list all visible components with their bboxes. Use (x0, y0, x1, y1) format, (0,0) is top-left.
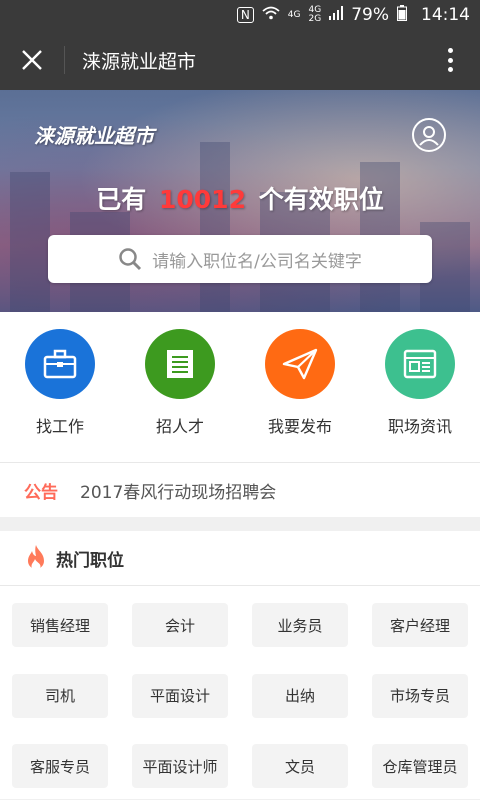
job-count-suffix: 个有效职位 (258, 185, 384, 214)
wifi-icon (262, 6, 280, 24)
quick-find-job[interactable]: 找工作 (0, 312, 120, 462)
page-title: 涞源就业超市 (82, 50, 197, 73)
find-job-label: 找工作 (35, 417, 84, 436)
job-tag[interactable]: 平面设计 (132, 673, 228, 718)
job-count-number: 10012 (159, 185, 246, 214)
quick-news[interactable]: 职场资讯 (360, 312, 480, 462)
news-circle (385, 329, 455, 399)
skyline-building (200, 142, 230, 312)
news-icon (403, 349, 437, 379)
hot-jobs-title: 热门职位 (56, 550, 124, 571)
announcement-text[interactable]: 2017春风行动现场招聘会 (80, 478, 276, 503)
publish-label: 我要发布 (267, 417, 332, 436)
user-icon (419, 126, 439, 146)
job-tag[interactable]: 仓库管理员 (372, 744, 468, 789)
announcement-bar[interactable]: 公告 2017春风行动现场招聘会 (0, 462, 480, 517)
news-label: 职场资讯 (387, 417, 452, 436)
more-menu-button[interactable] (438, 46, 462, 74)
job-tag[interactable]: 市场专员 (372, 673, 468, 718)
quick-nav: 找工作 招人才 我要发布 职场资讯 (0, 312, 480, 462)
paper-plane-icon (282, 348, 318, 380)
battery-icon (397, 5, 407, 25)
more-dot-icon (447, 48, 453, 53)
clock: 14:14 (421, 5, 470, 25)
network-4g-label: 4G (287, 9, 301, 20)
more-dot-icon (447, 57, 453, 63)
list-icon (167, 350, 193, 378)
briefcase-icon (43, 349, 77, 379)
hot-jobs-grid: 销售经理 会计 业务员 客户经理 司机 平面设计 出纳 市场专员 客服专员 平面… (0, 586, 480, 799)
job-tag[interactable]: 平面设计师 (132, 744, 228, 789)
hero-banner: 涞源就业超市 已有 10012 个有效职位 请输入职位名/公司名关键字 (0, 90, 480, 312)
job-tag[interactable]: 会计 (132, 603, 228, 647)
job-tag[interactable]: 销售经理 (12, 603, 108, 647)
section-divider (0, 517, 480, 531)
job-tag[interactable]: 客户经理 (372, 603, 468, 647)
close-icon (22, 50, 42, 70)
search-input[interactable]: 请输入职位名/公司名关键字 (48, 235, 432, 283)
job-tag[interactable]: 文员 (252, 744, 348, 789)
hot-jobs-section: 热门职位 销售经理 会计 业务员 客户经理 司机 平面设计 出纳 市场专员 客服… (0, 531, 480, 799)
hot-jobs-header: 热门职位 (0, 531, 480, 586)
user-profile-button[interactable] (412, 118, 446, 152)
network-2g-label: 2G (308, 14, 322, 24)
close-button[interactable] (0, 30, 64, 90)
publish-circle (265, 329, 335, 399)
title-bar: 涞源就业超市 (0, 30, 480, 90)
title-divider (64, 46, 65, 74)
job-tag[interactable]: 出纳 (252, 673, 348, 718)
search-icon (119, 248, 142, 271)
more-dot-icon (447, 67, 453, 72)
recruit-circle (145, 329, 215, 399)
quick-recruit[interactable]: 招人才 (120, 312, 240, 462)
find-job-circle (25, 329, 95, 399)
job-count-prefix: 已有 (96, 185, 147, 214)
hero-brand-logo: 涞源就业超市 (34, 124, 154, 148)
quick-publish[interactable]: 我要发布 (240, 312, 360, 462)
signal-icon (329, 6, 344, 24)
job-count-banner: 已有 10012 个有效职位 (0, 180, 480, 216)
status-bar: N 4G 4G 2G 79% 14:14 (0, 0, 480, 30)
nfc-icon: N (236, 7, 254, 23)
job-tag[interactable]: 业务员 (252, 603, 348, 647)
job-tag[interactable]: 司机 (12, 673, 108, 718)
flame-icon (28, 545, 44, 571)
job-tag[interactable]: 客服专员 (12, 744, 108, 789)
announcement-tag: 公告 (24, 482, 58, 503)
recruit-label: 招人才 (155, 417, 204, 436)
search-placeholder: 请输入职位名/公司名关键字 (152, 251, 362, 272)
battery-level: 79% (351, 5, 389, 25)
